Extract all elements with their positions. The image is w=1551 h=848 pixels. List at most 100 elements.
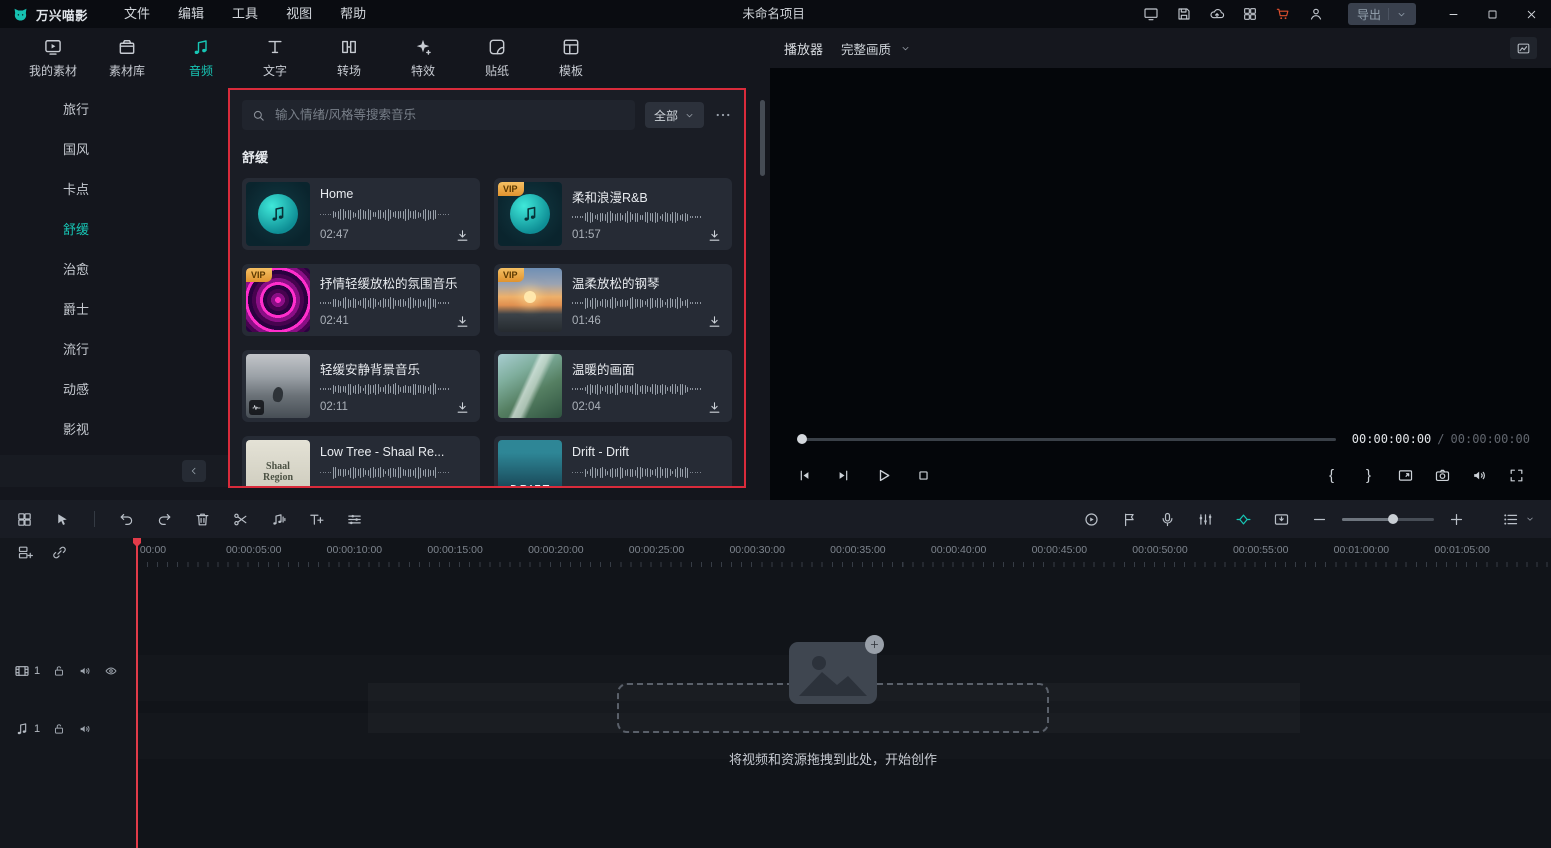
visibility-icon[interactable] bbox=[104, 664, 118, 678]
voiceover-icon[interactable] bbox=[1159, 511, 1176, 528]
seek-handle[interactable] bbox=[797, 434, 807, 444]
mark-out-icon[interactable]: } bbox=[1360, 467, 1377, 484]
delete-icon[interactable] bbox=[194, 511, 211, 528]
next-frame-icon[interactable] bbox=[835, 467, 852, 484]
filter-all-dropdown[interactable]: 全部 bbox=[645, 102, 704, 128]
tab-my-media[interactable]: 我的素材 bbox=[16, 28, 90, 88]
previous-frame-icon[interactable] bbox=[796, 467, 813, 484]
playhead[interactable] bbox=[136, 538, 138, 848]
category-pop[interactable]: 流行 bbox=[0, 328, 228, 368]
save-icon[interactable] bbox=[1176, 6, 1192, 22]
marker-icon[interactable] bbox=[1121, 511, 1138, 528]
track-view-dropdown[interactable] bbox=[1502, 511, 1535, 528]
download-icon[interactable] bbox=[455, 400, 470, 415]
category-dynamic[interactable]: 动感 bbox=[0, 368, 228, 408]
insert-frame-icon[interactable] bbox=[1273, 511, 1290, 528]
music-card[interactable]: Shaal RegionLow Tree - Shaal Re... bbox=[242, 436, 480, 488]
more-options-icon[interactable] bbox=[714, 106, 732, 124]
link-icon[interactable] bbox=[51, 544, 68, 561]
stop-icon[interactable] bbox=[915, 467, 932, 484]
redo-icon[interactable] bbox=[156, 511, 173, 528]
music-card[interactable]: VIP温柔放松的钢琴01:46 bbox=[494, 264, 732, 336]
download-icon[interactable] bbox=[707, 400, 722, 415]
seek-bar[interactable] bbox=[800, 438, 1336, 441]
adjust-icon[interactable] bbox=[346, 511, 363, 528]
category-beat[interactable]: 卡点 bbox=[0, 168, 228, 208]
fullscreen-icon[interactable] bbox=[1508, 467, 1525, 484]
volume-icon[interactable] bbox=[1471, 467, 1488, 484]
keyframe-icon[interactable] bbox=[1235, 511, 1252, 528]
timeline-ruler[interactable]: 00:0000:00:05:0000:00:10:0000:00:15:0000… bbox=[137, 538, 1551, 568]
menu-help[interactable]: 帮助 bbox=[326, 0, 380, 28]
tab-audio[interactable]: 音频 bbox=[164, 28, 238, 88]
download-icon[interactable] bbox=[455, 314, 470, 329]
lock-open-icon[interactable] bbox=[52, 722, 66, 736]
music-card[interactable]: Home02:47 bbox=[242, 178, 480, 250]
tab-sticker[interactable]: 贴纸 bbox=[460, 28, 534, 88]
zoom-out-icon[interactable] bbox=[1311, 511, 1328, 528]
toolbar-grid-icon[interactable] bbox=[16, 511, 33, 528]
category-travel[interactable]: 旅行 bbox=[0, 88, 228, 128]
category-film[interactable]: 影视 bbox=[0, 408, 228, 448]
lock-open-icon[interactable] bbox=[52, 664, 66, 678]
search-box[interactable] bbox=[242, 100, 635, 130]
menu-edit[interactable]: 编辑 bbox=[164, 0, 218, 28]
download-icon[interactable] bbox=[455, 486, 470, 488]
menu-tools[interactable]: 工具 bbox=[218, 0, 272, 28]
zoom-in-icon[interactable] bbox=[1448, 511, 1465, 528]
tab-text[interactable]: 文字 bbox=[238, 28, 312, 88]
download-icon[interactable] bbox=[707, 314, 722, 329]
download-icon[interactable] bbox=[707, 486, 722, 488]
quality-dropdown[interactable]: 完整画质 bbox=[841, 39, 911, 58]
tab-transition[interactable]: 转场 bbox=[312, 28, 386, 88]
search-input[interactable] bbox=[273, 107, 626, 123]
zoom-slider[interactable] bbox=[1342, 518, 1434, 521]
account-icon[interactable] bbox=[1308, 6, 1324, 22]
menu-file[interactable]: 文件 bbox=[110, 0, 164, 28]
music-card[interactable]: VIP抒情轻缓放松的氛围音乐02:41 bbox=[242, 264, 480, 336]
mark-in-icon[interactable]: { bbox=[1323, 467, 1340, 484]
select-tool-icon[interactable] bbox=[54, 511, 71, 528]
snapshot-icon[interactable] bbox=[1434, 467, 1451, 484]
split-icon[interactable] bbox=[232, 511, 249, 528]
cloud-upload-icon[interactable] bbox=[1209, 6, 1225, 22]
close-button[interactable] bbox=[1512, 0, 1551, 28]
category-healing[interactable]: 治愈 bbox=[0, 248, 228, 288]
video-track-button[interactable]: 1 bbox=[14, 663, 40, 679]
maximize-button[interactable] bbox=[1473, 0, 1512, 28]
add-media-badge[interactable] bbox=[865, 635, 884, 654]
collapse-sidebar-button[interactable] bbox=[182, 460, 206, 482]
scrollbar-thumb[interactable] bbox=[760, 100, 765, 176]
download-icon[interactable] bbox=[455, 228, 470, 243]
music-card[interactable]: 温暖的画面02:04 bbox=[494, 350, 732, 422]
screen-fit-icon[interactable] bbox=[1397, 467, 1414, 484]
volume-icon[interactable] bbox=[78, 722, 92, 736]
category-jazz[interactable]: 爵士 bbox=[0, 288, 228, 328]
tab-effects[interactable]: 特效 bbox=[386, 28, 460, 88]
undo-icon[interactable] bbox=[118, 511, 135, 528]
zoom-slider-handle[interactable] bbox=[1388, 514, 1398, 524]
play-icon[interactable] bbox=[874, 466, 893, 485]
category-chinese-style[interactable]: 国风 bbox=[0, 128, 228, 168]
tab-template[interactable]: 模板 bbox=[534, 28, 608, 88]
add-text-icon[interactable] bbox=[308, 511, 325, 528]
menu-view[interactable]: 视图 bbox=[272, 0, 326, 28]
export-button[interactable]: 导出 bbox=[1348, 3, 1416, 25]
music-card[interactable]: DRIFTDrift - Drift bbox=[494, 436, 732, 488]
audio-track-button[interactable]: 1 bbox=[14, 721, 40, 737]
workspace-icon[interactable] bbox=[1242, 6, 1258, 22]
minimize-button[interactable] bbox=[1434, 0, 1473, 28]
media-placeholder-icon[interactable] bbox=[789, 642, 877, 704]
music-card[interactable]: 轻缓安静背景音乐02:11 bbox=[242, 350, 480, 422]
category-soothing[interactable]: 舒缓 bbox=[0, 208, 228, 248]
render-preview-icon[interactable] bbox=[1083, 511, 1100, 528]
cart-icon[interactable] bbox=[1275, 6, 1291, 22]
audio-mixer-icon[interactable] bbox=[1197, 511, 1214, 528]
audio-adjust-icon[interactable] bbox=[270, 511, 287, 528]
add-track-icon[interactable] bbox=[17, 544, 34, 561]
monitor-icon[interactable] bbox=[1143, 6, 1159, 22]
tab-library[interactable]: 素材库 bbox=[90, 28, 164, 88]
download-icon[interactable] bbox=[707, 228, 722, 243]
scopes-button[interactable] bbox=[1510, 37, 1537, 59]
music-card[interactable]: VIP柔和浪漫R&B01:57 bbox=[494, 178, 732, 250]
